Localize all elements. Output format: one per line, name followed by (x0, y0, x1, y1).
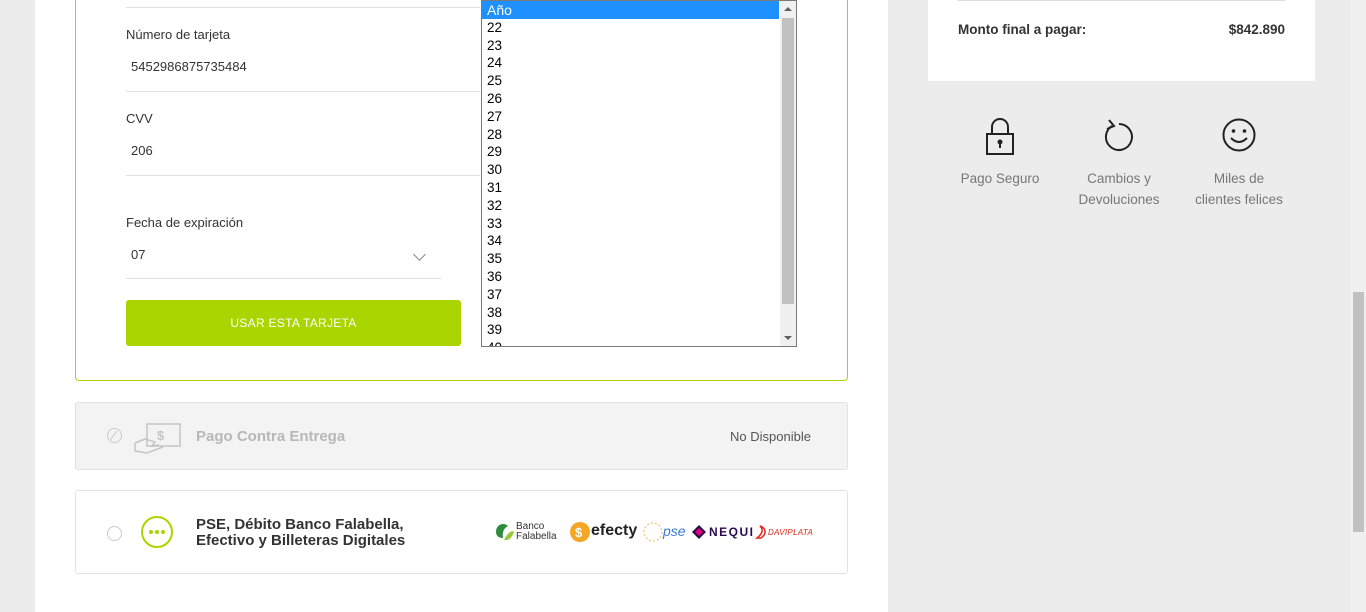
expiry-label: Fecha de expiración (126, 215, 244, 230)
year-option[interactable]: 35 (482, 250, 779, 268)
year-option[interactable]: 31 (482, 179, 779, 197)
use-card-button[interactable]: USAR ESTA TARJETA (126, 300, 461, 346)
year-option[interactable]: 37 (482, 286, 779, 304)
field-divider (126, 7, 480, 8)
banco-falabella-logo-icon (496, 524, 514, 541)
scroll-down-icon[interactable] (784, 336, 792, 340)
cvv-underline (126, 175, 480, 176)
card-number-input[interactable]: 5452986875735484 (131, 59, 247, 74)
pse-title-line1: PSE, Débito Banco Falabella, (196, 516, 404, 533)
banco-falabella-text-2: Falabella (516, 531, 557, 542)
nequi-logo-icon (692, 525, 706, 539)
summary-column (888, 0, 1351, 612)
year-option[interactable]: 33 (482, 215, 779, 233)
summary-divider (958, 0, 1285, 1)
card-number-underline (126, 91, 480, 92)
year-option[interactable]: 28 (482, 126, 779, 144)
final-amount-value: $842.890 (1228, 22, 1285, 37)
smiley-icon (1222, 118, 1256, 152)
happy-clients-label-1: Miles de (1213, 171, 1265, 186)
listbox-scrollbar[interactable] (780, 1, 796, 346)
cod-radio (107, 428, 122, 443)
year-option[interactable]: 34 (482, 232, 779, 250)
nequi-logo-text: NEQUI (709, 525, 755, 539)
pse-title-line2: Efectivo y Billeteras Digitales (196, 532, 406, 549)
year-option[interactable]: 40 (482, 339, 779, 346)
year-option[interactable]: 23 (482, 37, 779, 55)
scroll-up-icon[interactable] (784, 7, 792, 11)
returns-label-2: Devoluciones (1078, 192, 1160, 207)
return-arrow-icon (1104, 119, 1133, 151)
card-number-label: Número de tarjeta (126, 27, 231, 42)
pse-logo-icon (643, 522, 663, 542)
efecty-logo-icon: $ (570, 522, 590, 542)
listbox-scroll-thumb[interactable] (782, 18, 794, 304)
year-select-listbox[interactable]: Año 22 23 24 25 26 27 28 29 30 31 32 33 … (481, 0, 797, 347)
year-option[interactable]: 39 (482, 321, 779, 339)
efecty-logo-text: efecty (591, 522, 638, 539)
order-summary-box (928, 0, 1315, 81)
pse-radio[interactable] (107, 526, 122, 541)
svg-text:$: $ (157, 428, 165, 443)
final-amount-label: Monto final a pagar: (958, 22, 1087, 37)
year-option[interactable]: 27 (482, 108, 779, 126)
pse-logo-text: pse (663, 523, 686, 539)
more-dots-icon (141, 516, 173, 548)
year-option[interactable]: 22 (482, 19, 779, 37)
expiry-month-select[interactable]: 07 (131, 247, 145, 262)
returns-label-1: Cambios y (1087, 171, 1151, 186)
cvv-input[interactable]: 206 (131, 143, 153, 158)
cash-hand-icon: $ (134, 423, 181, 454)
daviplata-logo-icon (754, 525, 766, 539)
year-option[interactable]: Año (482, 1, 779, 19)
lock-icon (986, 118, 1014, 155)
page-scrollbar[interactable] (1351, 0, 1366, 612)
year-option[interactable]: 26 (482, 90, 779, 108)
daviplata-logo-text: DAVIPLATA (768, 528, 814, 537)
page-scroll-thumb[interactable] (1353, 292, 1364, 532)
cod-status: No Disponible (730, 429, 811, 444)
cvv-label: CVV (126, 111, 153, 126)
secure-payment-label: Pago Seguro (960, 171, 1040, 186)
year-option[interactable]: 36 (482, 268, 779, 286)
cod-title: Pago Contra Entrega (196, 428, 346, 445)
svg-text:$: $ (575, 525, 583, 540)
year-option[interactable]: 25 (482, 72, 779, 90)
year-option[interactable]: 32 (482, 197, 779, 215)
year-option[interactable]: 24 (482, 54, 779, 72)
happy-clients-label-2: clientes felices (1195, 192, 1283, 207)
expiry-underline (126, 278, 441, 279)
year-option[interactable]: 38 (482, 304, 779, 322)
year-option[interactable]: 30 (482, 161, 779, 179)
year-option[interactable]: 29 (482, 143, 779, 161)
